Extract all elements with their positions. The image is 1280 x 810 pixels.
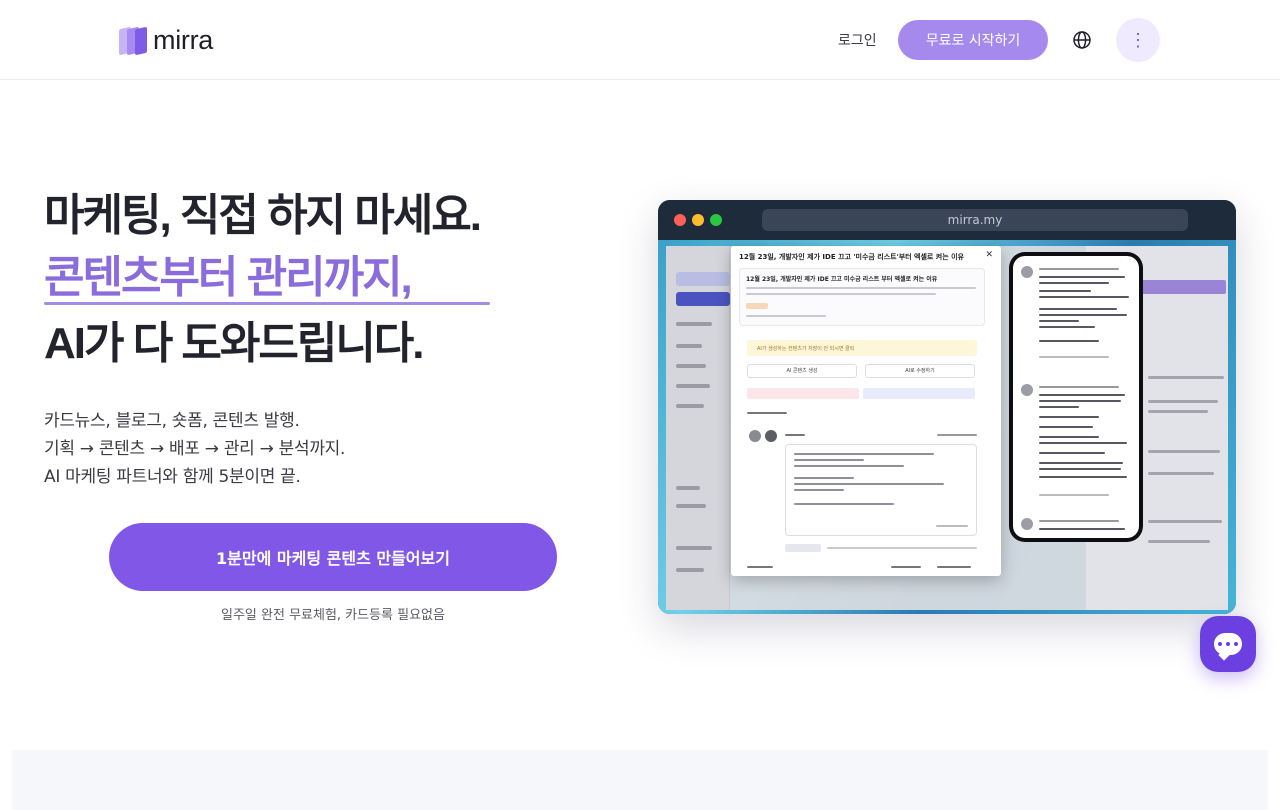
login-link[interactable]: 로그인 (838, 30, 877, 50)
subtext-line-2: 기획 → 콘텐츠 → 배포 → 관리 → 분석까지. (44, 439, 346, 459)
logo[interactable]: mirra (119, 25, 213, 56)
mockup-notice: AI가 생성하는 컨텐츠가 저장이 안 되시면 클릭 (747, 340, 977, 356)
address-bar: mirra.my (762, 209, 1188, 231)
window-maximize-dot (710, 214, 722, 226)
window-minimize-dot (692, 214, 704, 226)
mockup-content-modal: 12월 23일, 개발자인 제가 IDE 끄고 '미수금 리스트'부터 엑셀로 … (731, 246, 1001, 576)
close-icon: ✕ (985, 250, 993, 260)
mockup-generate-button: AI 콘텐츠 생성 (747, 364, 857, 378)
mockup-avatar (749, 430, 761, 442)
headline-underline (44, 302, 490, 305)
mockup-card-title: 12월 23일, 개발자인 제가 IDE 끄고 미수금 리스트 부터 엑셀로 켜… (746, 276, 938, 283)
mockup-edit-button: AI로 수정하기 (865, 364, 975, 378)
logo-mark-icon (119, 26, 149, 56)
cta-button[interactable]: 1분만에 마케팅 콘텐츠 만들어보기 (109, 523, 557, 591)
start-free-button[interactable]: 무료로 시작하기 (898, 20, 1048, 60)
mockup-chip-pink (747, 388, 859, 399)
headline-line-3: AI가 다 도와드립니다. (44, 319, 425, 368)
mockup-editor (785, 444, 977, 536)
mockup-modal-card: 12월 23일, 개발자인 제가 IDE 끄고 미수금 리스트 부터 엑셀로 켜… (739, 268, 985, 326)
site-header: mirra 로그인 무료로 시작하기 ⋮ (0, 0, 1280, 80)
browser-chrome: mirra.my (658, 200, 1236, 240)
vertical-dots-icon: ⋮ (1129, 29, 1147, 50)
headline-line-2: 콘텐츠부터 관리까지, (44, 253, 413, 302)
mockup-phone-screen (1013, 256, 1139, 538)
logo-text: mirra (153, 25, 213, 55)
chat-support-button[interactable] (1200, 616, 1256, 672)
cta-note: 일주일 완전 무료체험, 카드등록 필요없음 (221, 608, 445, 623)
window-close-dot (674, 214, 686, 226)
mockup-modal-title: 12월 23일, 개발자인 제가 IDE 끄고 '미수금 리스트'부터 엑셀로 … (739, 253, 964, 261)
globe-icon[interactable] (1072, 30, 1092, 50)
next-section-background (12, 750, 1268, 810)
chat-bubble-icon (1214, 633, 1242, 655)
mockup-viewport: 12월 23일, 개발자인 제가 IDE 끄고 '미수금 리스트'부터 엑셀로 … (658, 240, 1236, 614)
subtext-line-3: AI 마케팅 파트너와 함께 5분이면 끝. (44, 467, 301, 487)
mockup-sidebar (666, 246, 730, 610)
subtext-line-1: 카드뉴스, 블로그, 숏폼, 콘텐츠 발행. (44, 411, 300, 431)
more-menu-button[interactable]: ⋮ (1116, 18, 1160, 62)
mockup-chip-blue (863, 388, 975, 399)
mockup-avatar (765, 430, 777, 442)
headline-line-1: 마케팅, 직접 하지 마세요. (44, 191, 482, 240)
product-screenshot-mockup: mirra.my 12월 23일, 개발자인 제가 IDE 끄고 '미수금 리스… (658, 200, 1236, 614)
mockup-phone (1009, 252, 1143, 542)
